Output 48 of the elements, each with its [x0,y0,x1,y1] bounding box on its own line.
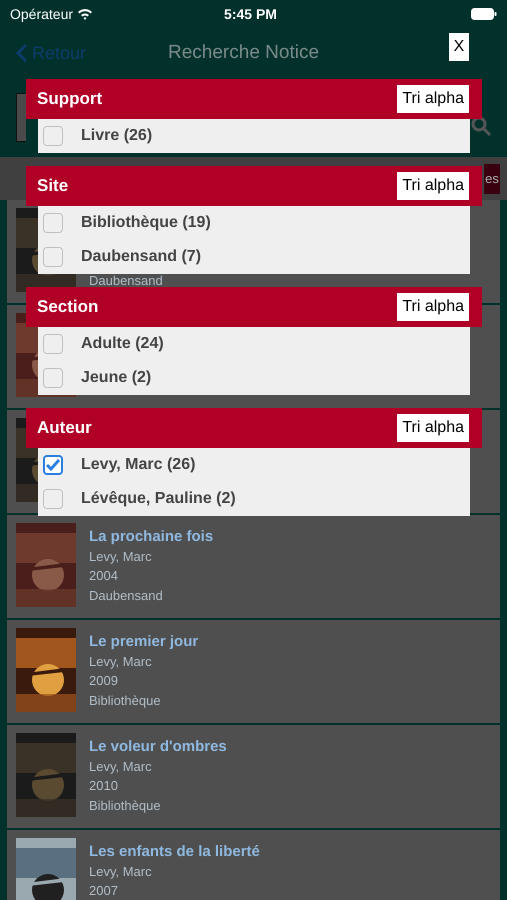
sort-button[interactable]: Tri alpha [397,293,469,321]
book-author: Levy, Marc [89,654,152,669]
book-title: La prochaine fois [89,528,214,545]
book-title: Le premier jour [89,633,198,650]
sort-button[interactable]: Tri alpha [397,172,469,200]
battery-icon [471,8,497,20]
book-year: 2009 [89,673,118,688]
checkbox[interactable] [43,213,63,233]
filter-button[interactable]: es [484,164,500,194]
book-year: 2010 [89,778,118,793]
checkmark-icon [45,458,61,472]
filter-option[interactable]: Jeune (2) [38,361,470,395]
clock-time: 5:45 PM [223,4,278,24]
checkbox[interactable] [43,455,63,475]
filter-title: Site [37,175,68,198]
screen-title: Recherche Notice [168,40,320,65]
filter-option[interactable]: Adulte (24) [38,327,470,361]
filter-option[interactable]: Lévêque, Pauline (2) [38,482,470,516]
book-author: Levy, Marc [89,864,152,879]
close-button[interactable]: X [449,33,469,61]
checkbox[interactable] [43,247,63,267]
checkbox[interactable] [43,126,63,146]
book-location: Daubensand [89,273,163,288]
filter-option[interactable]: Daubensand (7) [38,240,470,274]
book-author: Levy, Marc [89,759,152,774]
book-title: Le voleur d'ombres [89,738,227,755]
wifi-icon [77,8,94,20]
filter-title: Section [37,296,98,318]
book-location: Bibliothèque [89,693,161,708]
search-field[interactable] [16,93,26,142]
book-location: Bibliothèque [89,798,161,813]
sort-button[interactable]: Tri alpha [397,414,469,442]
filter-option[interactable]: Levy, Marc (26) [38,448,470,482]
filter-option[interactable]: Bibliothèque (19) [38,206,470,240]
sort-button[interactable]: Tri alpha [397,85,469,113]
checkbox[interactable] [43,334,63,354]
book-title: Les enfants de la liberté [89,843,260,860]
carrier-name: Opérateur [10,4,74,24]
book-location: Daubensand [89,588,163,603]
chevron-left-icon [16,43,28,63]
filter-title: Support [37,88,102,110]
checkbox[interactable] [43,489,63,509]
book-year: 2007 [89,883,118,898]
filter-title: Auteur [37,417,92,440]
book-year: 2004 [89,568,118,583]
filter-option[interactable]: Livre (26) [38,119,470,153]
checkbox[interactable] [43,368,63,388]
book-author: Levy, Marc [89,549,152,564]
